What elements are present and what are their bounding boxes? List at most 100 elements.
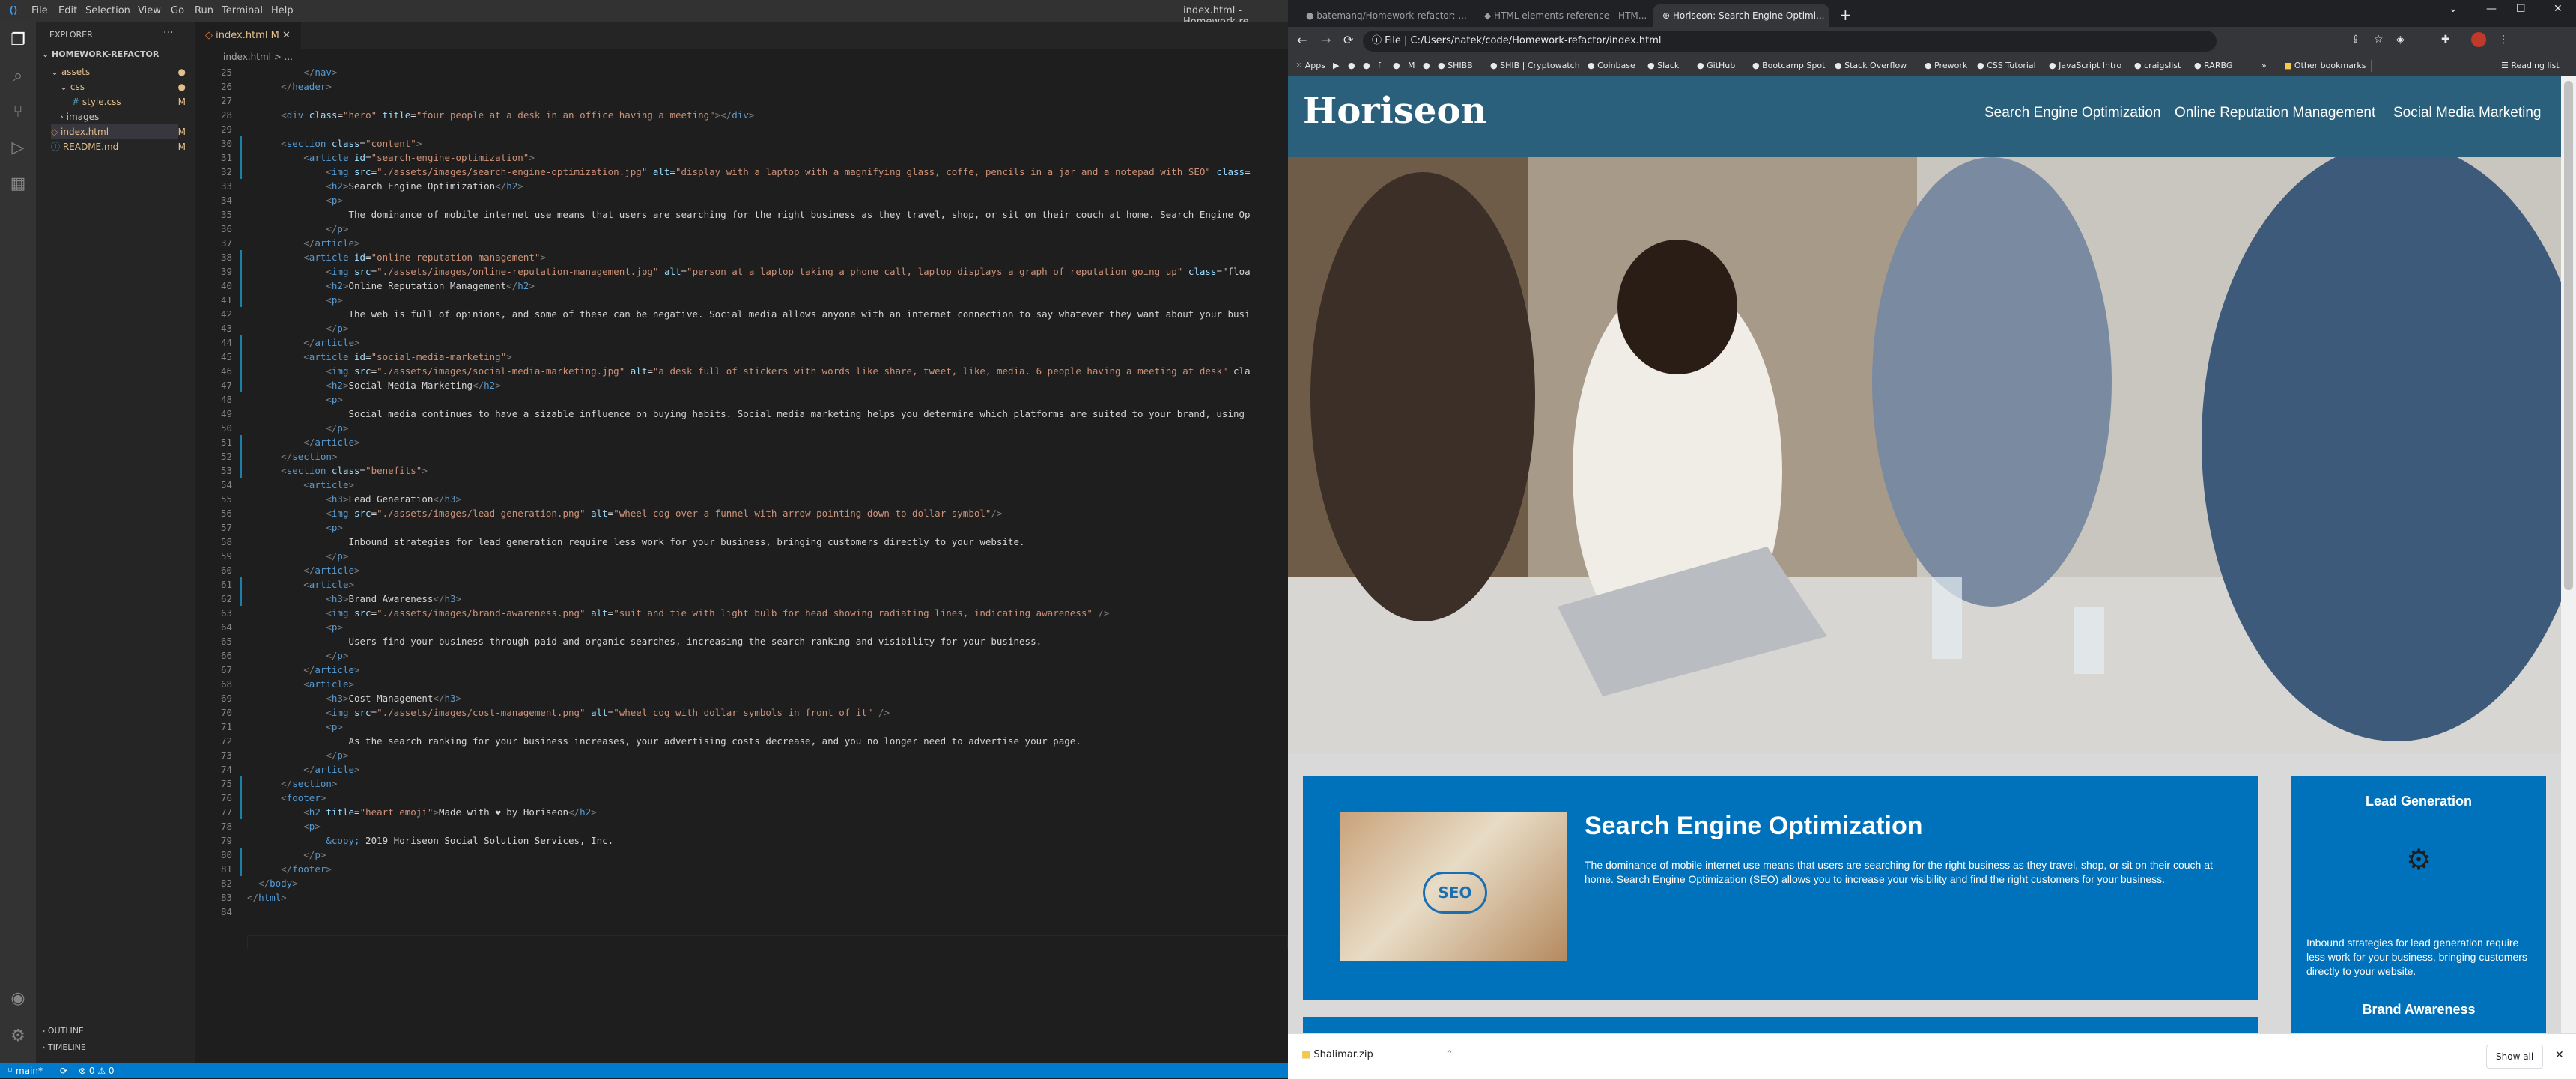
code-line[interactable]: </article> <box>247 236 359 250</box>
star-icon[interactable]: ☆ <box>2374 34 2384 46</box>
menu-run[interactable]: Run <box>195 5 213 16</box>
maximize-icon[interactable]: ☐ <box>2516 3 2526 15</box>
bookmark-cryptowatch[interactable]: ● SHIB | Cryptowatch <box>1490 55 1580 76</box>
menu-selection[interactable]: Selection <box>85 5 130 16</box>
code-line[interactable]: Social media continues to have a sizable… <box>247 407 1245 421</box>
menu-edit[interactable]: Edit <box>58 5 77 16</box>
show-all-button[interactable]: Show all <box>2486 1045 2544 1069</box>
account-icon[interactable]: ◉ <box>7 988 28 1009</box>
code-line[interactable]: <article id="online-reputation-managemen… <box>247 250 546 264</box>
code-line[interactable]: Users find your business through paid an… <box>247 634 1042 648</box>
tab-index-html[interactable]: ◇ index.html M ✕ <box>195 22 301 49</box>
code-line[interactable]: <h3>Cost Management</h3> <box>247 691 461 705</box>
code-line[interactable]: <img src="./assets/images/search-engine-… <box>247 165 1250 179</box>
bookmark-craigslist[interactable]: ● craigslist <box>2134 55 2181 76</box>
nav-social-media[interactable]: Social Media Marketing <box>2393 105 2541 121</box>
problems-indicator[interactable]: ⊗ 0 ⚠ 0 <box>79 1063 115 1078</box>
tree-folder-assets[interactable]: ⌄ assets ● <box>51 64 186 79</box>
code-line[interactable]: <article> <box>247 677 354 691</box>
bookmark-shibb[interactable]: ● SHIBB <box>1438 55 1473 76</box>
tree-file-index-html[interactable]: ◇ index.html M <box>51 124 186 139</box>
browser-tab-github[interactable]: ● batemanq/Homework-refactor: ... <box>1297 4 1472 27</box>
code-line[interactable]: </header> <box>247 79 332 94</box>
bookmark-css-tutorial[interactable]: ● CSS Tutorial <box>1977 55 2036 76</box>
code-line[interactable]: The web is full of opinions, and some of… <box>247 307 1250 321</box>
code-line[interactable]: The dominance of mobile internet use mea… <box>247 207 1250 222</box>
code-line[interactable]: <p> <box>247 520 343 535</box>
code-line[interactable]: <article id="social-media-marketing"> <box>247 350 512 364</box>
code-line[interactable]: <section class="benefits"> <box>247 463 428 478</box>
bookmarks-overflow-icon[interactable]: » <box>2261 55 2267 76</box>
settings-gear-icon[interactable]: ⚙ <box>7 1026 28 1047</box>
code-line[interactable]: As the search ranking for your business … <box>247 734 1081 748</box>
code-line[interactable]: </p> <box>247 748 348 762</box>
code-line[interactable]: <p> <box>247 720 343 734</box>
code-line[interactable]: Inbound strategies for lead generation r… <box>247 535 1024 549</box>
other-bookmarks[interactable]: ■ Other bookmarks <box>2284 55 2366 76</box>
bookmark-icon-4[interactable]: ● <box>1423 55 1430 76</box>
code-line[interactable]: <h2>Online Reputation Management</h2> <box>247 279 535 293</box>
bookmark-prework[interactable]: ● Prework <box>1925 55 1967 76</box>
code-line[interactable]: </nav> <box>247 65 337 79</box>
bookmark-javascript-intro[interactable]: ● JavaScript Intro <box>2049 55 2121 76</box>
code-line[interactable]: <h2>Social Media Marketing</h2> <box>247 378 500 392</box>
more-actions-icon[interactable]: ··· <box>163 27 173 39</box>
code-line[interactable]: </section> <box>247 776 337 791</box>
code-line[interactable]: <section class="content"> <box>247 136 422 151</box>
code-line[interactable]: </article> <box>247 563 359 577</box>
outline-panel[interactable]: › OUTLINE <box>36 1026 195 1042</box>
search-icon[interactable]: ⌕ <box>7 66 28 87</box>
code-line[interactable]: <div class="hero" title="four people at … <box>247 108 754 122</box>
run-debug-icon[interactable]: ▷ <box>7 138 28 159</box>
source-control-icon[interactable]: ⑂ <box>7 102 28 123</box>
bookmark-youtube-icon[interactable]: ▶ <box>1333 55 1339 76</box>
code-line[interactable]: <p> <box>247 819 321 833</box>
code-line[interactable]: </footer> <box>247 862 332 876</box>
code-line[interactable]: <img src="./assets/images/online-reputat… <box>247 264 1250 279</box>
page-scrollbar[interactable] <box>2561 76 2576 1033</box>
breadcrumb[interactable]: index.html > ... <box>195 49 1288 65</box>
minimize-icon[interactable]: — <box>2486 3 2497 15</box>
explorer-icon[interactable]: ❐ <box>7 30 28 51</box>
extensions-icon[interactable]: ▦ <box>7 174 28 195</box>
profile-avatar[interactable] <box>2471 32 2486 47</box>
close-window-icon[interactable]: ✕ <box>2554 3 2563 15</box>
tree-file-readme[interactable]: ⓘ README.md M <box>51 139 186 154</box>
bookmark-github[interactable]: ● GitHub <box>1697 55 1735 76</box>
menu-kebab-icon[interactable]: ⋮ <box>2498 34 2509 46</box>
code-line[interactable]: <h3>Lead Generation</h3> <box>247 492 461 506</box>
menu-file[interactable]: File <box>31 5 48 16</box>
download-item[interactable]: ■ Shalimar.zip <box>1301 1049 1373 1060</box>
new-tab-button[interactable]: + <box>1839 6 1852 24</box>
tree-file-style-css[interactable]: # style.css M <box>72 94 186 109</box>
code-line[interactable]: <h2>Search Engine Optimization</h2> <box>247 179 523 193</box>
bookmark-slack[interactable]: ● Slack <box>1647 55 1679 76</box>
reading-list[interactable]: ☰ Reading list <box>2501 55 2560 76</box>
bookmark-bootcamp-spot[interactable]: ● Bootcamp Spot <box>1752 55 1825 76</box>
nav-reputation[interactable]: Online Reputation Management <box>2175 105 2375 121</box>
code-line[interactable]: <img src="./assets/images/lead-generatio… <box>247 506 1002 520</box>
menu-go[interactable]: Go <box>171 5 184 16</box>
bookmark-apps[interactable]: ⁙ Apps <box>1295 55 1325 76</box>
menu-terminal[interactable]: Terminal <box>222 5 263 16</box>
code-line[interactable]: <p> <box>247 392 343 407</box>
bookmark-icon-1[interactable]: ● <box>1348 55 1355 76</box>
code-line[interactable]: <img src="./assets/images/social-media-m… <box>247 364 1250 378</box>
code-line[interactable]: </p> <box>247 648 348 663</box>
code-line[interactable]: <p> <box>247 620 343 634</box>
code-line[interactable]: <p> <box>247 193 343 207</box>
address-bar[interactable]: ⓘ File | C:/Users/natek/code/Homework-re… <box>1363 31 2217 52</box>
code-line[interactable]: </p> <box>247 222 348 236</box>
back-icon[interactable]: ← <box>1297 33 1307 47</box>
bookmark-icon-2[interactable]: ● <box>1363 55 1370 76</box>
code-line[interactable]: </p> <box>247 549 348 563</box>
code-line[interactable]: <h3>Brand Awareness</h3> <box>247 592 461 606</box>
code-line[interactable]: <p> <box>247 293 343 307</box>
sync-icon[interactable]: ⟳ <box>60 1063 67 1078</box>
browser-tab-horiseon[interactable]: ⊕ Horiseon: Search Engine Optimi... <box>1653 4 1829 27</box>
code-line[interactable]: <article id="search-engine-optimization"… <box>247 151 535 165</box>
code-line[interactable]: </body> <box>247 876 298 890</box>
code-view[interactable]: 25 </nav> 26 </header> 27 28 <div class="he… <box>195 65 1288 934</box>
code-line[interactable]: </section> <box>247 449 337 463</box>
code-line[interactable]: </article> <box>247 663 359 677</box>
